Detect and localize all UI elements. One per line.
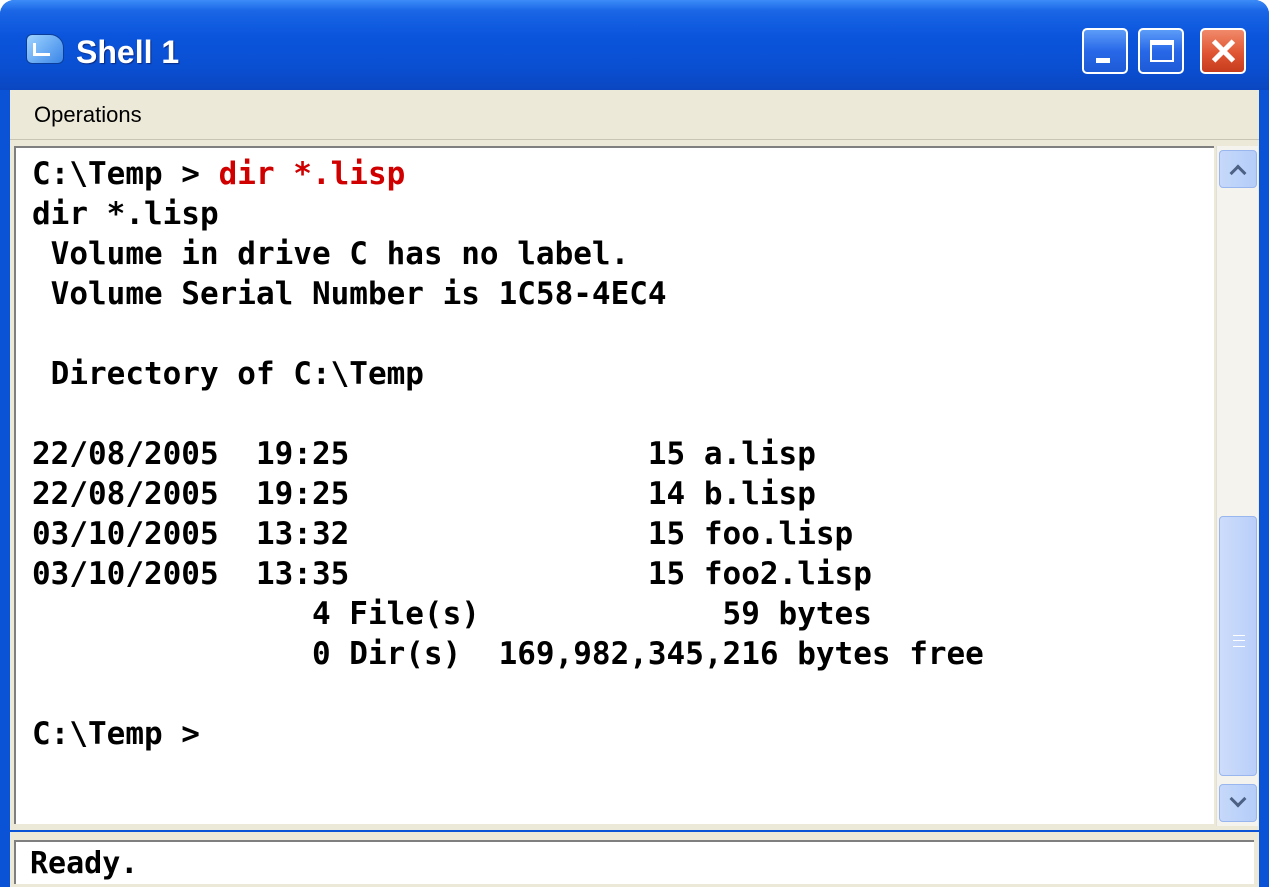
- console-line: Directory of C:\Temp: [32, 356, 424, 392]
- console-line: 22/08/2005 19:25 14 b.lisp: [32, 476, 816, 512]
- command-text: dir *.lisp: [218, 156, 406, 192]
- scroll-up-button[interactable]: [1219, 150, 1257, 188]
- close-button[interactable]: [1200, 28, 1246, 74]
- chevron-down-icon: [1229, 790, 1247, 808]
- console-line: 03/10/2005 13:35 15 foo2.lisp: [32, 556, 872, 592]
- console-line: Volume in drive C has no label.: [32, 236, 630, 272]
- console-line: 4 File(s) 59 bytes: [32, 596, 872, 632]
- window-title: Shell 1: [76, 34, 180, 70]
- lispworks-app-icon[interactable]: [26, 34, 64, 64]
- console-output[interactable]: C:\Temp > dir *.lisp dir *.lisp Volume i…: [14, 146, 1214, 824]
- minimize-button[interactable]: [1082, 28, 1128, 74]
- status-text: Ready.: [30, 846, 139, 881]
- status-field: Ready.: [14, 840, 1254, 884]
- scroll-down-button[interactable]: [1219, 784, 1257, 822]
- menu-operations[interactable]: Operations: [34, 102, 142, 128]
- minimize-icon: [1096, 58, 1110, 63]
- console-line: Volume Serial Number is 1C58-4EC4: [32, 276, 667, 312]
- grip-icon: [1233, 635, 1245, 647]
- chevron-up-icon: [1229, 164, 1247, 182]
- console-line: C:\Temp > dir *.lisp: [32, 154, 405, 194]
- console-line: 0 Dir(s) 169,982,345,216 bytes free: [32, 636, 984, 672]
- shell-window: Shell 1 Operations C:\Temp > dir *.lisp …: [0, 0, 1269, 887]
- console-line: 03/10/2005 13:32 15 foo.lisp: [32, 516, 854, 552]
- close-icon: [1202, 30, 1244, 72]
- maximize-icon: [1150, 40, 1174, 62]
- prompt-text: C:\Temp >: [32, 156, 219, 192]
- maximize-button[interactable]: [1138, 28, 1184, 74]
- menu-bar: Operations: [10, 90, 1259, 140]
- scroll-thumb[interactable]: [1219, 516, 1257, 776]
- console-line: 22/08/2005 19:25 15 a.lisp: [32, 436, 816, 472]
- console-line: dir *.lisp: [32, 196, 219, 232]
- console-prompt-line: C:\Temp >: [32, 716, 200, 752]
- vertical-scrollbar[interactable]: [1216, 146, 1258, 826]
- title-bar[interactable]: Shell 1: [0, 0, 1269, 90]
